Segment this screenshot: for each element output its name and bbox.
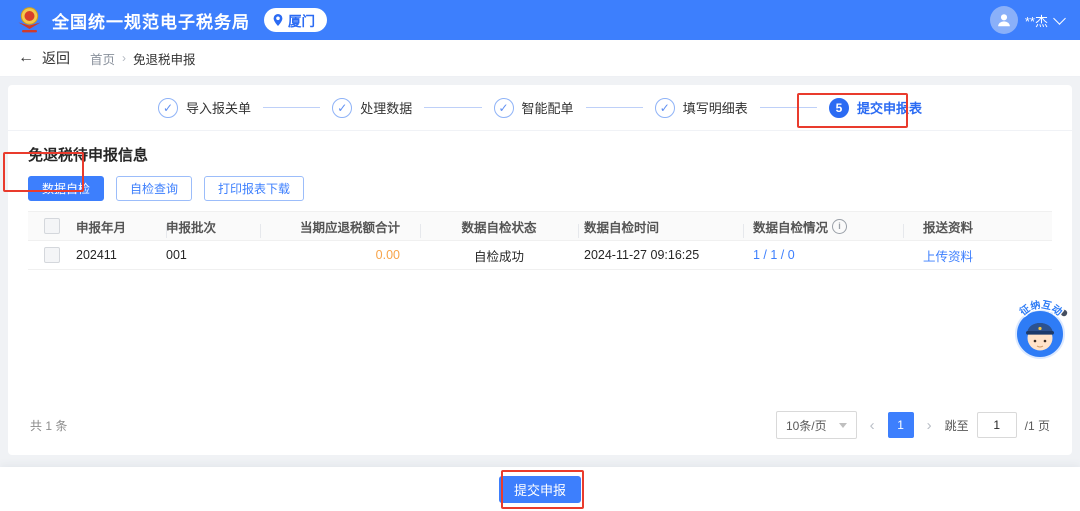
total-count: 共 1 条 (30, 418, 68, 433)
step-connector (263, 106, 321, 109)
table-row: 202411 001 0.00 自检成功 2024-11-27 09:16:25… (28, 241, 1052, 270)
interaction-assistant-button[interactable]: 征纳互动 (1012, 296, 1070, 360)
page-size-select[interactable]: 10条/页 (775, 411, 857, 439)
col-self-check-status: 数据自检状态 (420, 217, 578, 238)
step-number-badge: 5 (829, 97, 849, 118)
user-menu[interactable]: **杰 (989, 6, 1066, 34)
row-checkbox[interactable] (44, 247, 60, 263)
back-button[interactable]: ← 返回 (18, 48, 70, 68)
step-connector (759, 106, 817, 109)
table-header: 申报年月 申报批次 当期应退税额合计 数据自检状态 数据自检时间 数据自检情况 … (28, 211, 1052, 241)
tax-bureau-logo-icon (18, 7, 41, 33)
info-icon[interactable]: i (832, 218, 848, 234)
location-pin-icon (273, 14, 283, 26)
pagination: 10条/页 ‹ 1 › 跳至 /1 页 (775, 411, 1050, 439)
panel-head: 免退税待申报信息 数据自检 自检查询 打印报表下载 (8, 131, 1072, 201)
data-self-check-button[interactable]: 数据自检 (28, 176, 105, 201)
user-icon (998, 14, 1010, 27)
back-arrow-icon: ← (18, 49, 34, 66)
col-self-check-situation: 数据自检情况 i (743, 217, 903, 238)
step-process-data[interactable]: ✓ 处理数据 (332, 97, 413, 118)
check-icon: ✓ (332, 97, 353, 118)
table-footer: 共 1 条 10条/页 ‹ 1 › 跳至 /1 页 (30, 411, 1050, 439)
panel-title: 免退税待申报信息 (28, 147, 149, 164)
step-label: 导入报关单 (186, 101, 252, 116)
self-check-situation-link[interactable]: 1 / 1 / 0 (753, 248, 795, 262)
select-all-checkbox[interactable] (44, 218, 60, 234)
print-report-download-button[interactable]: 打印报表下载 (204, 176, 305, 201)
page-size-value: 10条/页 (785, 418, 827, 433)
breadcrumb-bar: ← 返回 首页 › 免退税申报 (0, 40, 1080, 77)
step-label: 智能配单 (521, 101, 574, 116)
step-smart-matching[interactable]: ✓ 智能配单 (493, 97, 574, 118)
jump-label: 跳至 (944, 418, 969, 433)
col-declare-batch: 申报批次 (166, 217, 260, 238)
breadcrumb-home[interactable]: 首页 (90, 49, 115, 68)
caret-down-icon (838, 422, 847, 428)
toolbar: 数据自检 自检查询 打印报表下载 (28, 176, 1052, 201)
upload-material-link[interactable]: 上传资料 (923, 250, 973, 264)
step-submit-declaration-form[interactable]: 5 提交申报表 (829, 97, 923, 118)
page-total: /1 页 (1024, 418, 1050, 433)
app-title: 全国统一规范电子税务局 (52, 12, 250, 32)
cell-status: 自检成功 (473, 249, 524, 264)
topbar: 全国统一规范电子税务局 厦门 **杰 (0, 0, 1080, 40)
col-self-check-time: 数据自检时间 (578, 217, 743, 238)
next-page-button[interactable]: › (924, 418, 935, 433)
cell-year-month: 202411 (76, 248, 117, 262)
step-connector (424, 106, 482, 109)
submit-declaration-button[interactable]: 提交申报 (498, 475, 581, 503)
check-icon: ✓ (654, 97, 675, 118)
breadcrumb: 首页 › 免退税申报 (90, 49, 196, 68)
col-label: 数据自检情况 (753, 220, 829, 235)
current-page-button[interactable]: 1 (887, 412, 914, 438)
page-jump: 跳至 /1 页 (945, 412, 1050, 438)
step-label: 填写明细表 (682, 101, 748, 116)
col-submit-material: 报送资料 (903, 217, 1052, 238)
chevron-down-icon (1053, 11, 1066, 25)
avatar (989, 6, 1018, 34)
location-label: 厦门 (288, 14, 315, 29)
stepper: ✓ 导入报关单 ✓ 处理数据 ✓ 智能配单 ✓ 填写明细表 5 提交申报表 (8, 85, 1072, 131)
col-refund-amount-total: 当期应退税额合计 (260, 217, 420, 238)
prev-page-button[interactable]: ‹ (867, 418, 878, 433)
main-card: ✓ 导入报关单 ✓ 处理数据 ✓ 智能配单 ✓ 填写明细表 5 提交申报表 免退… (8, 85, 1072, 455)
step-label: 处理数据 (360, 101, 413, 116)
check-icon: ✓ (493, 97, 514, 118)
jump-page-input[interactable] (976, 412, 1017, 438)
declaration-table: 申报年月 申报批次 当期应退税额合计 数据自检状态 数据自检时间 数据自检情况 … (28, 211, 1052, 270)
col-declare-year-month: 申报年月 (76, 220, 127, 235)
cell-batch: 001 (166, 248, 187, 262)
step-connector (585, 106, 643, 109)
location-pill[interactable]: 厦门 (264, 8, 327, 32)
footer-bar: 提交申报 (0, 467, 1080, 511)
step-fill-detail-form[interactable]: ✓ 填写明细表 (654, 97, 748, 118)
step-import-declaration[interactable]: ✓ 导入报关单 (158, 97, 252, 118)
step-label: 提交申报表 (857, 101, 923, 116)
check-icon: ✓ (158, 97, 178, 118)
user-name: **杰 (1024, 13, 1048, 29)
cell-time: 2024-11-27 09:16:25 (584, 248, 700, 262)
back-label: 返回 (42, 50, 70, 66)
breadcrumb-separator-icon: › (122, 51, 127, 65)
self-check-query-button[interactable]: 自检查询 (116, 176, 193, 201)
breadcrumb-current: 免退税申报 (133, 52, 196, 67)
cell-amount: 0.00 (375, 248, 400, 262)
